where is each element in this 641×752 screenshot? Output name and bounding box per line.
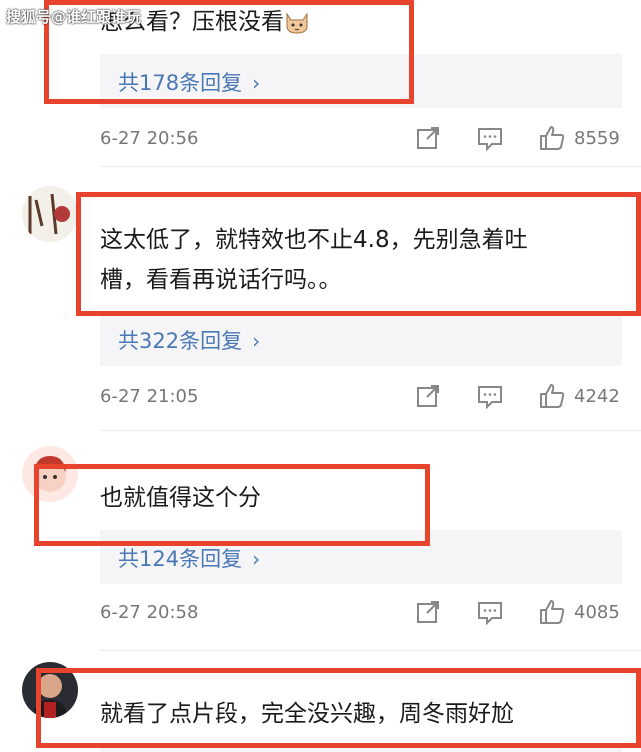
comment-icon[interactable] xyxy=(476,598,504,626)
like-icon[interactable] xyxy=(538,382,566,410)
comment-meta: 6-27 20:56 8559 xyxy=(100,124,630,154)
reply-count-label: 共322条回复 xyxy=(118,329,243,353)
share-icon[interactable] xyxy=(414,124,442,152)
highlight-box xyxy=(36,668,641,748)
chevron-right-icon: › xyxy=(252,547,261,571)
comment-icon[interactable] xyxy=(476,382,504,410)
like-count: 4242 xyxy=(574,386,620,407)
highlight-box xyxy=(76,192,641,316)
like-count: 4085 xyxy=(574,602,620,623)
share-icon[interactable] xyxy=(414,382,442,410)
like-icon[interactable] xyxy=(538,598,566,626)
reply-count-label: 共124条回复 xyxy=(118,547,243,571)
comment-icon[interactable] xyxy=(476,124,504,152)
comment-time: 6-27 21:05 xyxy=(100,386,199,407)
like-icon[interactable] xyxy=(538,124,566,152)
reply-box[interactable]: 共322条回复 › xyxy=(100,312,622,366)
comment-meta: 6-27 21:05 4242 xyxy=(100,382,630,412)
comment-time: 6-27 20:58 xyxy=(100,602,199,623)
avatar[interactable] xyxy=(22,186,78,242)
highlight-box xyxy=(34,464,430,546)
like-count: 8559 xyxy=(574,128,620,149)
view-replies-link[interactable]: 共322条回复 › xyxy=(118,325,260,355)
comment-meta: 6-27 20:58 4085 xyxy=(100,598,630,628)
comment-time: 6-27 20:56 xyxy=(100,128,199,149)
chevron-right-icon: › xyxy=(252,329,261,353)
watermark: 搜狐号@谁红跟谁玩 xyxy=(6,8,142,26)
view-replies-link[interactable]: 共124条回复 › xyxy=(118,543,260,573)
share-icon[interactable] xyxy=(414,598,442,626)
